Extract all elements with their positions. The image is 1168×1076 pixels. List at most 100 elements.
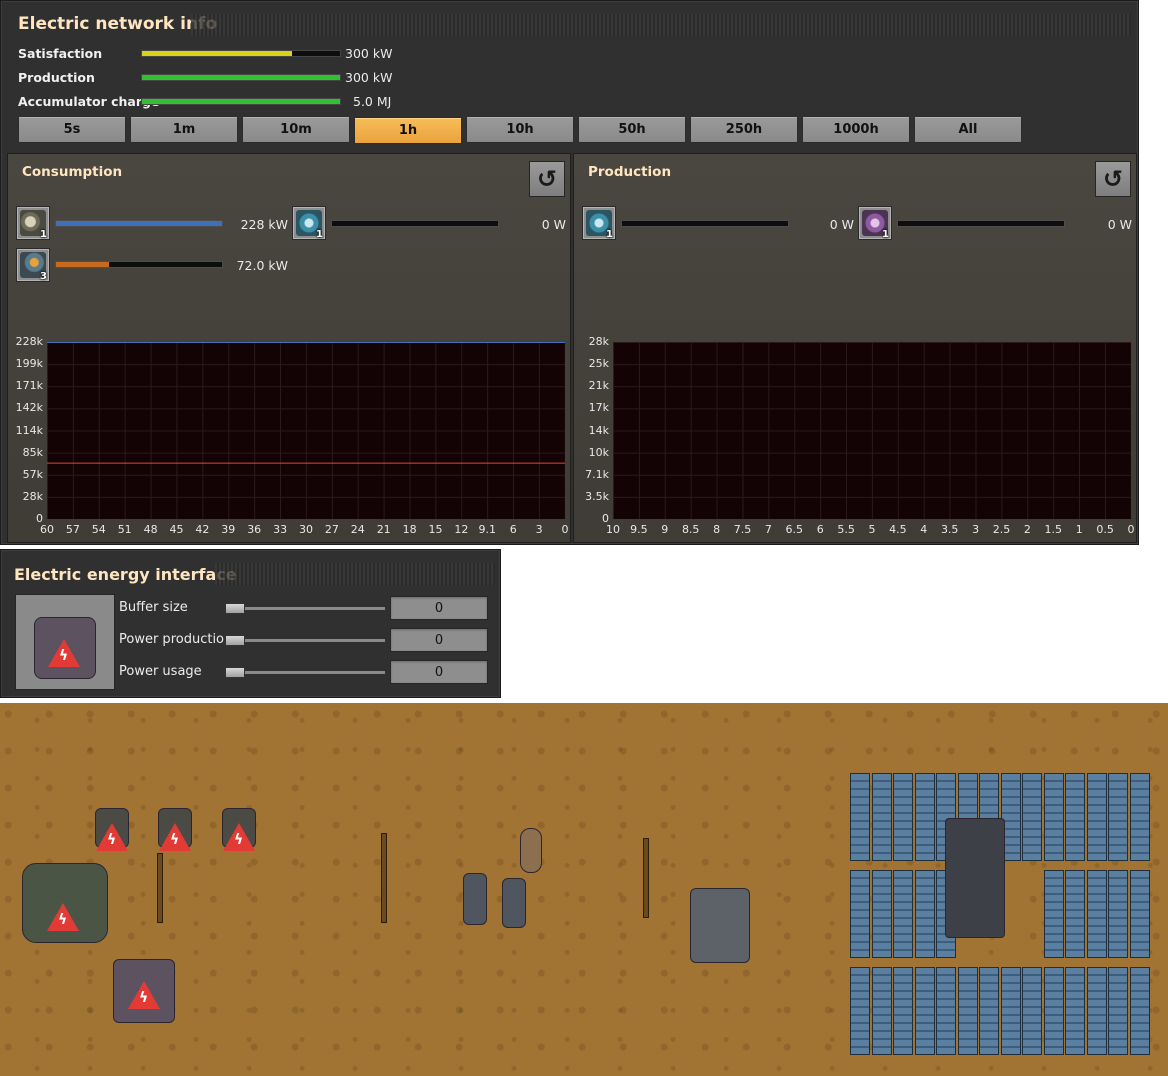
laser-turret-count: 3 bbox=[40, 271, 47, 282]
production-label: Production bbox=[18, 70, 95, 85]
solar-panel[interactable] bbox=[1086, 870, 1107, 958]
solar-panel[interactable] bbox=[1108, 967, 1128, 1055]
power-pole[interactable] bbox=[381, 833, 387, 923]
buffer-size-slider[interactable] bbox=[225, 607, 385, 610]
solar-panel[interactable] bbox=[871, 967, 892, 1055]
reset-icon[interactable]: ↺ bbox=[1095, 161, 1131, 197]
solar-panel[interactable] bbox=[979, 967, 999, 1055]
solar-panel[interactable] bbox=[936, 967, 956, 1055]
player-character[interactable] bbox=[520, 828, 542, 873]
tab-1m[interactable]: 1m bbox=[130, 116, 238, 143]
power-production-slider-handle[interactable] bbox=[225, 635, 245, 646]
eei-production-count-a: 1 bbox=[606, 229, 613, 240]
production-bar bbox=[141, 74, 341, 81]
solar-panel[interactable] bbox=[1086, 773, 1107, 861]
game-world[interactable] bbox=[0, 703, 1168, 1076]
power-pole[interactable] bbox=[643, 838, 649, 918]
solar-panel[interactable] bbox=[850, 870, 870, 958]
power-usage-input[interactable]: 0 bbox=[390, 660, 488, 684]
satisfaction-bar-fill bbox=[142, 51, 293, 56]
solar-panel[interactable] bbox=[893, 870, 913, 958]
consumption-panel: Consumption ↺ 1 228 kW 1 0 W 3 72.0 kW 2… bbox=[7, 153, 571, 543]
production-y-tick: 3.5k bbox=[585, 489, 609, 503]
buffer-size-slider-handle[interactable] bbox=[225, 603, 245, 614]
tab-5s[interactable]: 5s bbox=[18, 116, 126, 143]
reset-icon[interactable]: ↺ bbox=[529, 161, 565, 197]
electric-energy-interface-icon[interactable]: 1 bbox=[858, 206, 892, 240]
electric-energy-interface-icon[interactable]: 1 bbox=[292, 206, 326, 240]
production-panel: Production ↺ 1 0 W 1 0 W 28k 25k 21k 17k 14k… bbox=[573, 153, 1137, 543]
solar-panel[interactable] bbox=[1065, 870, 1085, 958]
radar-consumption-bar-fill bbox=[56, 221, 222, 226]
eei-consumption-count: 1 bbox=[316, 229, 323, 240]
buffer-size-input[interactable]: 0 bbox=[390, 596, 488, 620]
warning-icon bbox=[128, 981, 160, 1009]
eei-consumption-value: 0 W bbox=[541, 217, 566, 232]
title-drag-handle[interactable] bbox=[191, 14, 1131, 36]
accumulator-charge-label: Accumulator charge bbox=[18, 94, 160, 109]
solar-panel[interactable] bbox=[1108, 773, 1128, 861]
power-usage-slider-handle[interactable] bbox=[225, 667, 245, 678]
solar-panel[interactable] bbox=[914, 967, 935, 1055]
satisfaction-label: Satisfaction bbox=[18, 46, 103, 61]
solar-panel[interactable] bbox=[1043, 773, 1064, 861]
solar-panel[interactable] bbox=[1043, 870, 1064, 958]
solar-panel[interactable] bbox=[1129, 773, 1150, 861]
solar-panel[interactable] bbox=[893, 773, 913, 861]
title-drag-handle[interactable] bbox=[215, 563, 495, 585]
power-production-input[interactable]: 0 bbox=[390, 628, 488, 652]
tab-10m[interactable]: 10m bbox=[242, 116, 350, 143]
electric-energy-interface[interactable] bbox=[690, 888, 750, 963]
production-graph[interactable] bbox=[613, 342, 1131, 519]
consumption-graph[interactable] bbox=[47, 342, 565, 519]
radar-icon[interactable]: 1 bbox=[16, 206, 50, 240]
tab-10h[interactable]: 10h bbox=[466, 116, 574, 143]
solar-panel[interactable] bbox=[893, 967, 913, 1055]
interface-title: Electric energy interface bbox=[14, 565, 237, 584]
power-pole[interactable] bbox=[157, 853, 163, 923]
consumption-y-tick: 142k bbox=[15, 401, 43, 415]
roboport-tower[interactable] bbox=[945, 818, 1005, 938]
power-production-slider[interactable] bbox=[225, 639, 385, 642]
production-bar-fill bbox=[142, 75, 340, 80]
solar-panel[interactable] bbox=[1022, 967, 1042, 1055]
laser-turret-icon[interactable]: 3 bbox=[16, 248, 50, 282]
solar-panel[interactable] bbox=[1022, 773, 1042, 861]
consumption-y-tick: 28k bbox=[22, 489, 43, 503]
solar-panel[interactable] bbox=[1129, 967, 1150, 1055]
solar-panel[interactable] bbox=[914, 870, 935, 958]
tab-1h[interactable]: 1h bbox=[354, 117, 462, 144]
solar-panel[interactable] bbox=[850, 773, 870, 861]
solar-panel[interactable] bbox=[1086, 967, 1107, 1055]
solar-panel[interactable] bbox=[871, 773, 892, 861]
production-title: Production bbox=[588, 164, 672, 180]
accumulator[interactable] bbox=[463, 873, 487, 925]
electric-energy-interface-icon[interactable]: 1 bbox=[582, 206, 616, 240]
production-y-tick: 17k bbox=[588, 401, 609, 415]
warning-icon bbox=[159, 823, 191, 851]
production-value: 300 kW bbox=[345, 70, 393, 85]
solar-panel[interactable] bbox=[914, 773, 935, 861]
tab-1000h[interactable]: 1000h bbox=[802, 116, 910, 143]
power-usage-slider[interactable] bbox=[225, 671, 385, 674]
solar-panel[interactable] bbox=[1065, 773, 1085, 861]
tab-all[interactable]: All bbox=[914, 116, 1022, 143]
radar-consumption-bar bbox=[55, 220, 223, 227]
tab-50h[interactable]: 50h bbox=[578, 116, 686, 143]
laser-turret-consumption-bar bbox=[55, 261, 223, 268]
solar-panel[interactable] bbox=[1043, 967, 1064, 1055]
tab-250h[interactable]: 250h bbox=[690, 116, 798, 143]
solar-panel[interactable] bbox=[850, 967, 870, 1055]
solar-panel[interactable] bbox=[1108, 870, 1128, 958]
satisfaction-bar bbox=[141, 50, 341, 57]
solar-panel[interactable] bbox=[1065, 967, 1085, 1055]
solar-panel[interactable] bbox=[1000, 967, 1021, 1055]
radar-count: 1 bbox=[40, 229, 47, 240]
accumulator[interactable] bbox=[502, 878, 526, 928]
warning-icon bbox=[96, 823, 128, 851]
solar-panel[interactable] bbox=[1129, 870, 1150, 958]
production-y-tick: 25k bbox=[588, 357, 609, 371]
solar-panel[interactable] bbox=[957, 967, 978, 1055]
solar-panel[interactable] bbox=[871, 870, 892, 958]
electric-network-info-panel: Electric network info Satisfaction 300 k… bbox=[0, 0, 1139, 545]
